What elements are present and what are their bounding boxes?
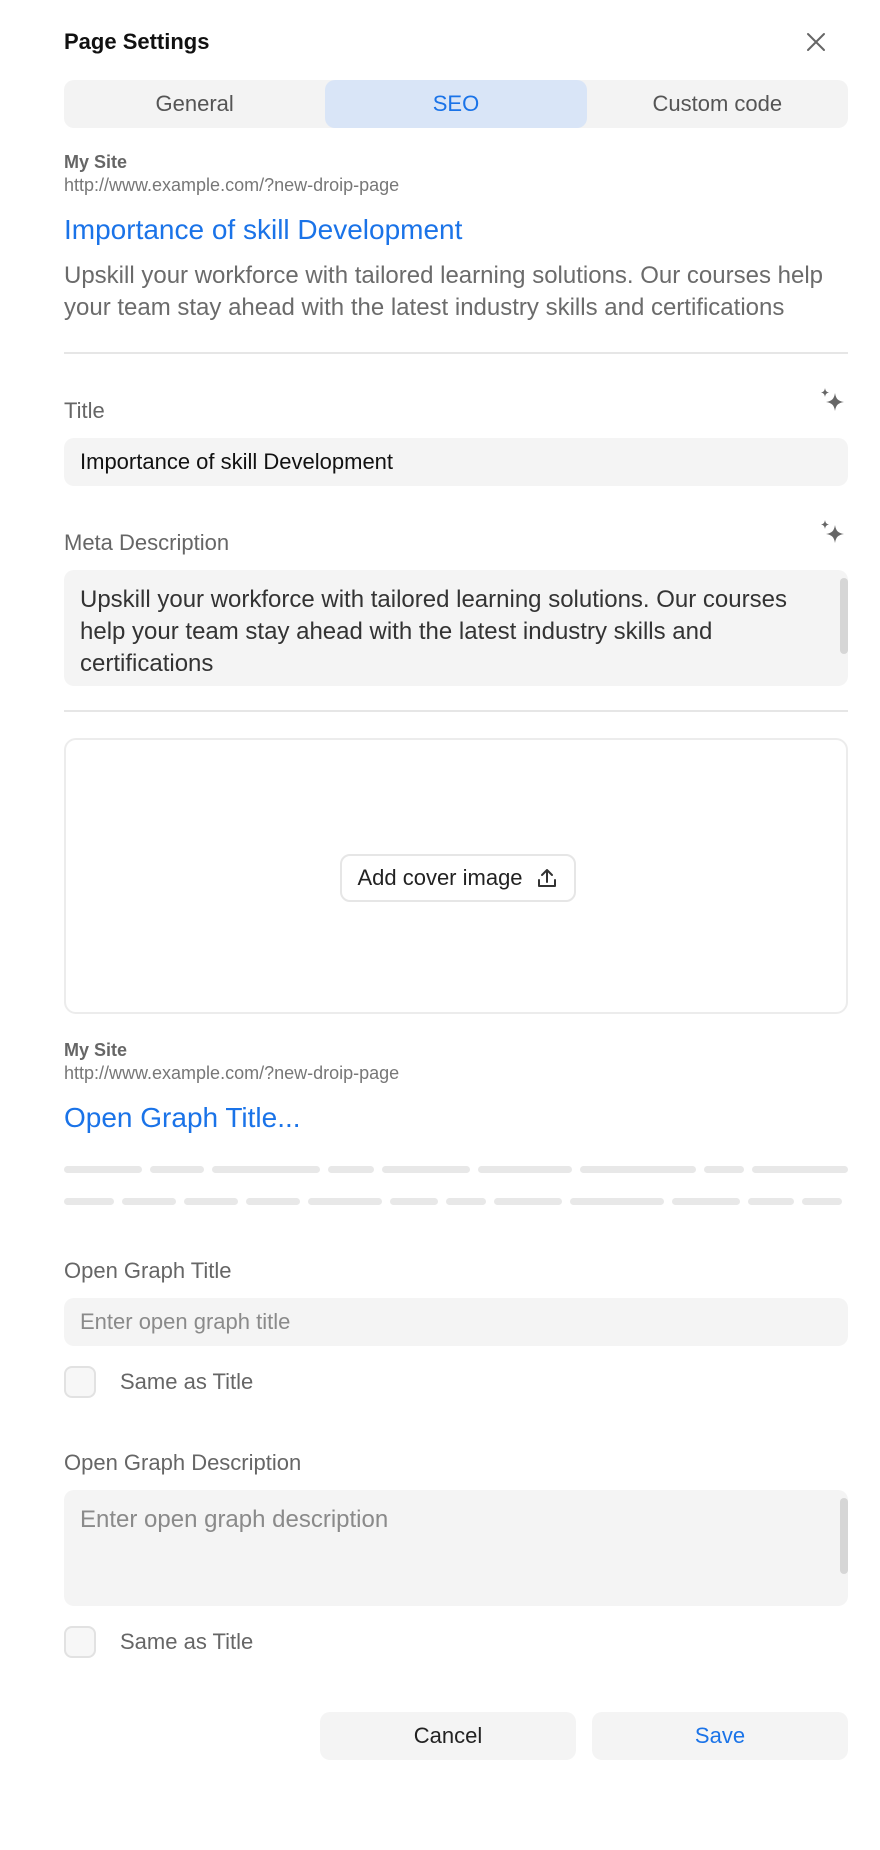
title-input[interactable] [64,438,848,486]
save-button[interactable]: Save [592,1712,848,1760]
og-preview-title: Open Graph Title... [64,1102,301,1133]
preview-title: Importance of skill Development [64,214,463,245]
ai-sparkle-icon[interactable] [816,385,848,417]
preview-site-name: My Site [64,152,128,172]
og-description-placeholder: Enter open graph description [80,1506,389,1533]
cancel-button[interactable]: Cancel [320,1712,576,1760]
og-preview: My Site http://www.example.com/?new-droi… [64,1040,848,1134]
settings-tabs: General SEO Custom code [64,80,848,128]
panel-title: Page Settings [64,29,210,54]
title-label: Title [64,398,105,423]
og-description-same-as-label: Same as Title [120,1629,254,1654]
preview-url: http://www.example.com/?new-droip-page [64,175,400,195]
meta-description-label: Meta Description [64,530,230,555]
tab-custom-code[interactable]: Custom code [587,80,848,128]
tab-general[interactable]: General [64,80,325,128]
og-description-textarea[interactable]: Enter open graph description [64,1490,848,1606]
divider [64,352,848,354]
meta-description-textarea[interactable]: Upskill your workforce with tailored lea… [64,570,848,686]
preview-description: Upskill your workforce with tailored lea… [64,262,823,321]
page-settings-panel: Page Settings General SEO Custom code My… [0,0,880,1850]
og-preview-site-name: My Site [64,1040,128,1060]
upload-icon [537,869,556,887]
add-cover-image-button[interactable]: Add cover image [340,854,576,902]
scrollbar[interactable] [840,1498,848,1574]
meta-description-text: Upskill your workforce with tailored lea… [80,586,787,677]
og-description-same-as-checkbox[interactable] [64,1626,96,1658]
close-icon[interactable] [802,28,830,56]
og-title-input[interactable] [64,1298,848,1346]
og-description-same-as-row: Same as Title [64,1626,253,1658]
og-title-same-as-label: Same as Title [120,1369,254,1394]
search-preview: My Site http://www.example.com/?new-droi… [64,152,848,324]
panel-header: Page Settings [64,22,860,62]
add-cover-image-label: Add cover image [357,865,523,890]
og-title-label: Open Graph Title [64,1258,232,1283]
scrollbar[interactable] [840,578,848,654]
ai-sparkle-icon[interactable] [816,517,848,549]
og-title-same-as-checkbox[interactable] [64,1366,96,1398]
tab-seo[interactable]: SEO [325,80,587,128]
divider [64,710,848,712]
og-description-skeleton [64,1166,848,1173]
og-title-same-as-row: Same as Title [64,1366,253,1398]
og-preview-url: http://www.example.com/?new-droip-page [64,1063,400,1083]
cover-image-dropzone[interactable]: Add cover image [64,738,848,1014]
og-description-skeleton [64,1198,848,1205]
og-description-label: Open Graph Description [64,1450,302,1475]
